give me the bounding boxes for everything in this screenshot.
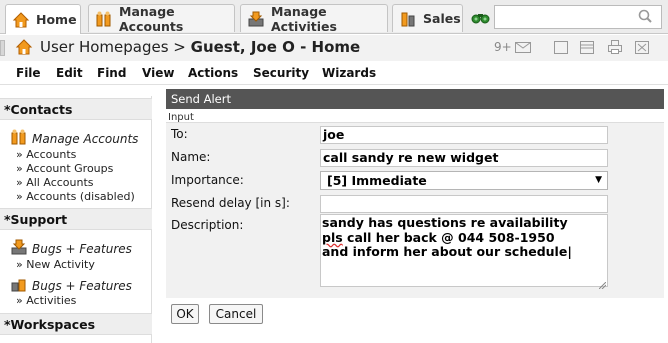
accounts-icon [95,10,113,28]
tab-label: Home [36,12,77,27]
name-field[interactable]: call sandy re new widget [320,149,608,167]
tab-label: Manage Accounts [119,3,184,34]
sidebar-item-accounts[interactable]: » Accounts [16,148,76,161]
close-icon[interactable] [634,39,650,57]
search-area [468,4,664,30]
activities-icon [247,10,265,28]
home-icon [15,38,33,56]
chevron-down-icon: ▼ [595,175,602,185]
sidebar-item-account-groups[interactable]: » Account Groups [16,162,113,175]
sidebar-toggle-handle[interactable] [0,40,5,56]
tab-label: Manage Activities [271,3,337,34]
description-misspelled-word: pls [322,229,343,245]
menu-actions[interactable]: Actions [188,66,238,80]
tab-home[interactable]: Home [5,4,81,34]
resend-delay-field[interactable] [320,195,608,213]
binoculars-icon[interactable] [471,9,491,25]
sidebar-item-activities[interactable]: » Activities [16,294,76,307]
to-label: To: [171,127,188,141]
description-line-1: sandy has questions re availability [322,215,568,230]
tab-manage-accounts[interactable]: Manage Accounts [88,3,235,34]
page-title: User Homepages > Guest, Joe O - Home [40,38,360,56]
layout-icon[interactable] [579,39,595,57]
importance-value: [5] Immediate [327,173,427,188]
description-textarea[interactable]: sandy has questions re availability pls … [320,214,608,290]
sidebar-section-support[interactable]: *Support [0,208,152,230]
top-tab-bar: Home Manage Accounts Manage Activities S… [0,0,668,34]
sales-icon [399,10,417,28]
tab-manage-activities[interactable]: Manage Activities [240,3,388,34]
home-icon [12,11,30,29]
sidebar-section-workspaces[interactable]: *Workspaces [0,313,152,335]
accounts-icon [10,128,28,146]
resize-grip-icon[interactable] [598,278,607,290]
menu-edit[interactable]: Edit [56,66,83,80]
window-icon[interactable] [553,39,569,57]
activities-list-icon [10,275,28,293]
search-icon[interactable] [636,7,656,27]
sidebar-item-all-accounts[interactable]: » All Accounts [16,176,94,189]
importance-label: Importance: [171,173,244,187]
print-icon[interactable] [607,39,623,57]
description-line-2: call her back @ 044 508-1950 [342,229,555,245]
mail-icon[interactable] [514,39,532,57]
activities-icon [10,238,28,256]
menu-bar: File Edit Find View Actions Security Wiz… [0,63,668,85]
sidebar-item-new-activity[interactable]: » New Activity [16,258,95,271]
cancel-button[interactable]: Cancel [209,304,263,324]
menu-find[interactable]: Find [97,66,126,80]
send-alert-header: Send Alert [166,89,664,109]
description-label: Description: [171,218,244,232]
menu-file[interactable]: File [16,66,41,80]
ok-button[interactable]: OK [171,304,199,324]
sidebar-item-accounts-disabled[interactable]: » Accounts (disabled) [16,190,135,203]
sidebar-section-contacts[interactable]: *Contacts [0,98,152,120]
menu-security[interactable]: Security [253,66,309,80]
importance-select[interactable]: [5] Immediate ▼ [320,171,608,190]
sidebar-item-manage-accounts[interactable]: Manage Accounts [32,132,138,146]
menu-wizards[interactable]: Wizards [322,66,376,80]
tab-label: Sales [423,11,461,26]
breadcrumb[interactable]: User Homepages > [40,38,191,56]
resend-delay-label: Resend delay [in s]: [171,196,290,210]
description-line-3: and inform her about our schedule [322,244,568,259]
name-label: Name: [171,150,211,164]
to-field[interactable]: joe [320,126,608,144]
menu-view[interactable]: View [142,66,174,80]
page-title-name: Guest, Joe O - Home [190,38,361,56]
sidebar-item-bugs-features-new[interactable]: Bugs + Features [32,242,132,256]
notification-count: 9+ [494,40,512,54]
sidebar-item-bugs-features-list[interactable]: Bugs + Features [32,279,132,293]
tab-sales[interactable]: Sales [392,4,463,32]
